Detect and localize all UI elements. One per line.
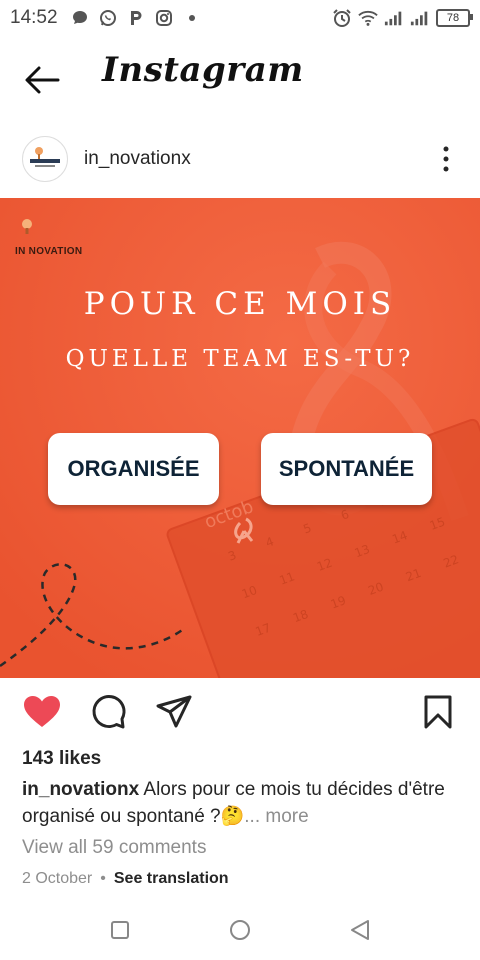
avatar[interactable] xyxy=(22,136,68,182)
alarm-icon xyxy=(332,8,352,28)
option-spontanee: SPONTANÉE xyxy=(261,433,432,505)
brand-bulb-icon xyxy=(22,219,32,234)
save-button[interactable] xyxy=(416,692,460,732)
chat-bubble-icon xyxy=(70,8,90,28)
option-organisee: ORGANISÉE xyxy=(48,433,219,505)
heart-icon xyxy=(24,696,60,727)
square-icon xyxy=(111,921,129,939)
signal-icon xyxy=(384,8,404,28)
share-button[interactable] xyxy=(152,692,196,732)
post-date: 2 October xyxy=(22,870,93,887)
share-icon xyxy=(156,695,192,728)
system-nav-bar xyxy=(0,900,480,960)
status-left: 14:52 xyxy=(10,7,202,29)
view-comments-link[interactable]: View all 59 comments xyxy=(22,837,206,859)
instagram-logo-title: Instagram xyxy=(102,50,304,90)
wifi-icon xyxy=(358,8,378,28)
comment-button[interactable] xyxy=(86,692,130,732)
dot-icon xyxy=(182,8,202,28)
status-time: 14:52 xyxy=(10,7,58,28)
battery-icon: 78 xyxy=(436,9,473,27)
home-button[interactable] xyxy=(224,914,256,946)
more-options-button[interactable] xyxy=(436,144,456,174)
like-button[interactable] xyxy=(20,692,64,732)
brand-logo-icon xyxy=(27,141,63,177)
post-actions xyxy=(0,692,480,736)
instagram-icon xyxy=(154,8,174,28)
recent-apps-button[interactable] xyxy=(104,914,136,946)
bookmark-icon xyxy=(424,695,452,729)
post-header: in_novationx xyxy=(0,130,480,188)
status-right: 78 xyxy=(332,8,473,28)
post-username[interactable]: in_novationx xyxy=(84,148,191,170)
p-app-icon xyxy=(126,8,146,28)
signal-icon xyxy=(410,8,430,28)
meta-separator: • xyxy=(100,870,106,887)
back-nav-button[interactable] xyxy=(344,914,376,946)
whatsapp-icon xyxy=(98,8,118,28)
triangle-back-icon xyxy=(351,920,369,940)
comment-icon xyxy=(92,695,126,729)
post-meta: 2 October • See translation xyxy=(22,870,229,888)
arrow-left-icon xyxy=(25,66,60,94)
circle-icon xyxy=(230,920,250,940)
headline-line1: POUR CE MOIS xyxy=(83,286,397,322)
headline-line2: QUELLE TEAM ES-TU? xyxy=(65,346,415,372)
post-image[interactable]: 345678 101112131415 171819202122 octob I… xyxy=(0,198,480,678)
back-button[interactable] xyxy=(22,62,62,98)
more-vertical-icon xyxy=(443,146,449,172)
brand-text: IN NOVATION xyxy=(15,246,83,257)
caption-username[interactable]: in_novationx xyxy=(22,779,139,800)
likes-count[interactable]: 143 likes xyxy=(22,748,101,770)
status-bar: 14:52 78 xyxy=(0,0,480,36)
battery-level: 78 xyxy=(446,12,460,24)
post-caption: in_novationx Alors pour ce mois tu décid… xyxy=(22,776,462,830)
brand-mark: IN NOVATION xyxy=(15,216,85,257)
app-header: Instagram xyxy=(0,40,480,120)
caption-more-link[interactable]: ... more xyxy=(244,806,308,827)
see-translation-link[interactable]: See translation xyxy=(114,870,229,888)
